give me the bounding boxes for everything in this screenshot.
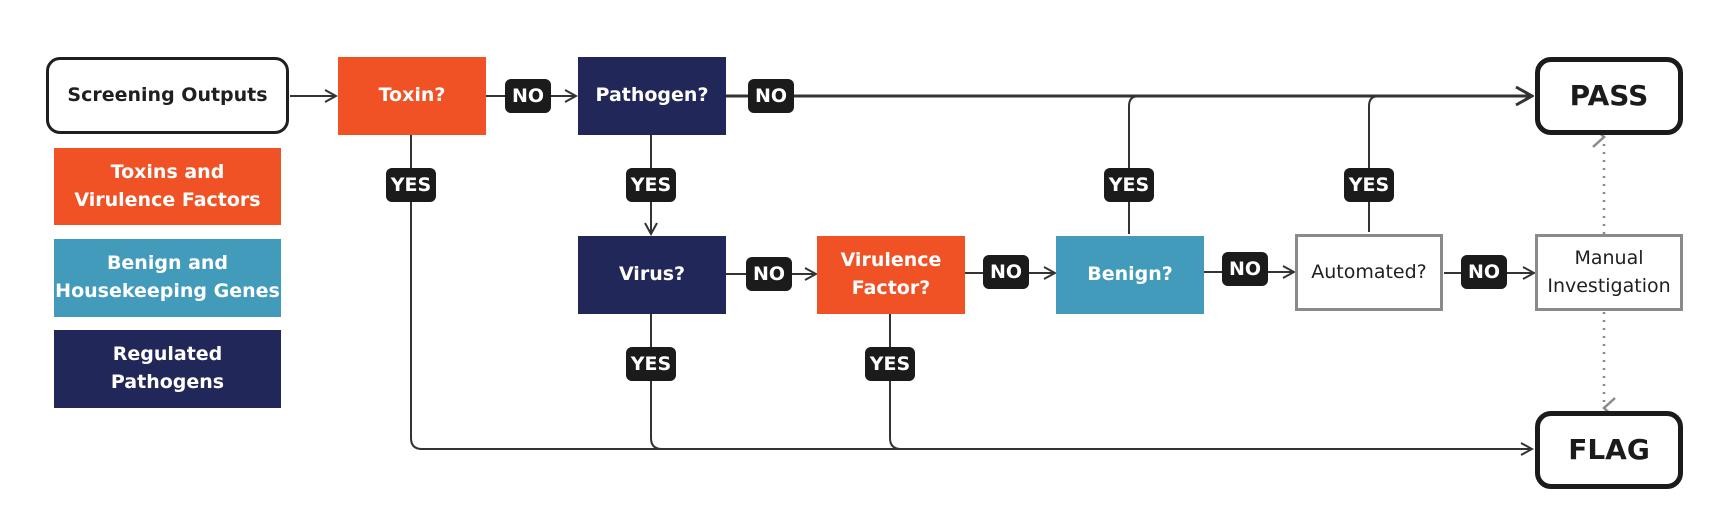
decision-automated: Automated? bbox=[1295, 234, 1443, 311]
start-node-screening-outputs: Screening Outputs bbox=[46, 57, 289, 134]
badge-no-virus: NO bbox=[746, 257, 792, 291]
edge-benign-pass bbox=[1128, 95, 1140, 234]
decision-benign: Benign? bbox=[1056, 236, 1204, 314]
decision-toxin: Toxin? bbox=[338, 57, 486, 135]
badge-yes-benign: YES bbox=[1104, 168, 1154, 202]
badge-no-text: NO bbox=[1228, 258, 1262, 280]
edge-virus-flag bbox=[650, 314, 663, 450]
badge-no-text: NO bbox=[754, 85, 788, 107]
badge-yes-text: YES bbox=[1348, 174, 1390, 196]
badge-yes-text: YES bbox=[869, 353, 911, 375]
badge-yes-pathogen: YES bbox=[626, 168, 676, 202]
badge-no-text: NO bbox=[752, 263, 786, 285]
decision-virulence-label: Virulence Factor? bbox=[841, 247, 942, 302]
badge-no-virulence: NO bbox=[983, 255, 1029, 289]
decision-pathogen: Pathogen? bbox=[578, 57, 726, 135]
badge-yes-text: YES bbox=[390, 174, 432, 196]
legend-benign-label: Benign and Housekeeping Genes bbox=[55, 250, 280, 305]
badge-yes-text: YES bbox=[630, 353, 672, 375]
legend-benign-line2: Housekeeping Genes bbox=[55, 280, 280, 302]
outcome-pass: PASS bbox=[1535, 57, 1683, 135]
badge-no-text: NO bbox=[989, 261, 1023, 283]
decision-virulence-line2: Factor? bbox=[851, 277, 931, 299]
badge-no-toxin: NO bbox=[505, 79, 551, 113]
legend-toxins-line2: Virulence Factors bbox=[74, 188, 261, 211]
decision-automated-label: Automated? bbox=[1311, 260, 1427, 283]
start-node-label: Screening Outputs bbox=[67, 83, 268, 106]
decision-virulence-line1: Virulence bbox=[840, 249, 942, 272]
badge-no-automated: NO bbox=[1461, 255, 1507, 289]
legend-toxins-line1: Toxins and bbox=[110, 160, 225, 183]
badge-no-text: NO bbox=[1467, 261, 1501, 283]
badge-no-pathogen: NO bbox=[748, 79, 794, 113]
manual-label: Manual Investigation bbox=[1547, 245, 1670, 300]
edge-virulence-flag bbox=[889, 314, 902, 450]
badge-no-text: NO bbox=[511, 85, 545, 107]
legend-pathogens-label: Regulated Pathogens bbox=[111, 341, 224, 396]
badge-yes-toxin: YES bbox=[386, 168, 436, 202]
outcome-pass-label: PASS bbox=[1569, 78, 1649, 112]
step-manual-investigation: Manual Investigation bbox=[1535, 234, 1683, 311]
badge-yes-virus: YES bbox=[626, 347, 676, 381]
legend-pathogens-line1: Regulated bbox=[112, 343, 223, 366]
legend-toxins-label: Toxins and Virulence Factors bbox=[74, 159, 260, 214]
badge-no-benign: NO bbox=[1222, 252, 1268, 286]
decision-toxin-label: Toxin? bbox=[378, 84, 446, 107]
legend-toxins-virulence: Toxins and Virulence Factors bbox=[54, 148, 281, 225]
flowchart: Screening Outputs Toxins and Virulence F… bbox=[0, 0, 1733, 520]
edge-automated-pass bbox=[1368, 95, 1380, 232]
decision-virus: Virus? bbox=[578, 236, 726, 314]
legend-regulated-pathogens: Regulated Pathogens bbox=[54, 330, 281, 408]
decision-benign-label: Benign? bbox=[1087, 263, 1173, 286]
badge-yes-text: YES bbox=[630, 174, 672, 196]
decision-virus-label: Virus? bbox=[618, 263, 686, 286]
manual-line1: Manual bbox=[1574, 246, 1644, 269]
legend-benign-line1: Benign and bbox=[106, 252, 229, 275]
outcome-flag: FLAG bbox=[1535, 411, 1683, 489]
legend-benign-housekeeping: Benign and Housekeeping Genes bbox=[54, 239, 281, 317]
badge-yes-virulence: YES bbox=[865, 347, 915, 381]
legend-pathogens-line2: Pathogens bbox=[110, 371, 225, 393]
badge-yes-text: YES bbox=[1108, 174, 1150, 196]
manual-line2: Investigation bbox=[1547, 274, 1671, 297]
badge-yes-automated: YES bbox=[1344, 168, 1394, 202]
decision-virulence-factor: Virulence Factor? bbox=[817, 236, 965, 314]
decision-pathogen-label: Pathogen? bbox=[595, 84, 709, 107]
outcome-flag-label: FLAG bbox=[1568, 432, 1650, 466]
